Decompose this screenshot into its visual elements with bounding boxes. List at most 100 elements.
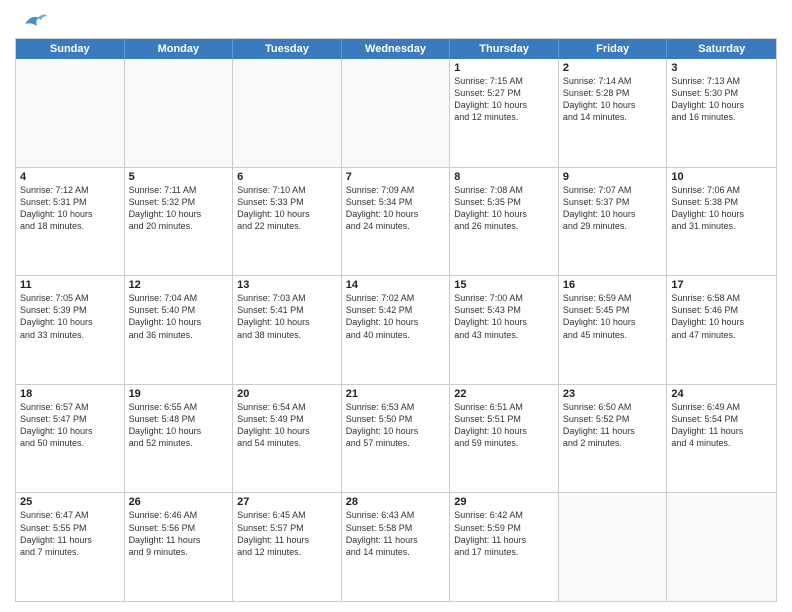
calendar-cell: 19Sunrise: 6:55 AM Sunset: 5:48 PM Dayli… — [125, 385, 234, 493]
calendar-cell: 10Sunrise: 7:06 AM Sunset: 5:38 PM Dayli… — [667, 168, 776, 276]
header — [15, 10, 777, 32]
logo-bird-icon — [17, 10, 47, 36]
day-number: 10 — [671, 171, 772, 183]
day-info: Sunrise: 7:08 AM Sunset: 5:35 PM Dayligh… — [454, 184, 554, 233]
day-number: 13 — [237, 279, 337, 291]
day-number: 21 — [346, 388, 446, 400]
day-info: Sunrise: 7:04 AM Sunset: 5:40 PM Dayligh… — [129, 292, 229, 341]
day-info: Sunrise: 6:51 AM Sunset: 5:51 PM Dayligh… — [454, 401, 554, 450]
calendar-cell — [125, 59, 234, 167]
day-info: Sunrise: 6:54 AM Sunset: 5:49 PM Dayligh… — [237, 401, 337, 450]
day-info: Sunrise: 7:14 AM Sunset: 5:28 PM Dayligh… — [563, 75, 663, 124]
calendar-cell: 18Sunrise: 6:57 AM Sunset: 5:47 PM Dayli… — [16, 385, 125, 493]
day-info: Sunrise: 6:42 AM Sunset: 5:59 PM Dayligh… — [454, 509, 554, 558]
day-number: 22 — [454, 388, 554, 400]
calendar-cell: 11Sunrise: 7:05 AM Sunset: 5:39 PM Dayli… — [16, 276, 125, 384]
calendar-cell: 29Sunrise: 6:42 AM Sunset: 5:59 PM Dayli… — [450, 493, 559, 601]
day-info: Sunrise: 6:46 AM Sunset: 5:56 PM Dayligh… — [129, 509, 229, 558]
day-info: Sunrise: 6:50 AM Sunset: 5:52 PM Dayligh… — [563, 401, 663, 450]
day-info: Sunrise: 7:09 AM Sunset: 5:34 PM Dayligh… — [346, 184, 446, 233]
calendar-header: SundayMondayTuesdayWednesdayThursdayFrid… — [16, 39, 776, 59]
calendar-cell: 15Sunrise: 7:00 AM Sunset: 5:43 PM Dayli… — [450, 276, 559, 384]
day-number: 16 — [563, 279, 663, 291]
day-number: 24 — [671, 388, 772, 400]
day-number: 25 — [20, 496, 120, 508]
header-day-friday: Friday — [559, 39, 668, 59]
day-number: 17 — [671, 279, 772, 291]
day-info: Sunrise: 6:47 AM Sunset: 5:55 PM Dayligh… — [20, 509, 120, 558]
day-number: 29 — [454, 496, 554, 508]
calendar-cell: 23Sunrise: 6:50 AM Sunset: 5:52 PM Dayli… — [559, 385, 668, 493]
calendar-cell: 24Sunrise: 6:49 AM Sunset: 5:54 PM Dayli… — [667, 385, 776, 493]
logo — [15, 14, 47, 32]
header-day-saturday: Saturday — [667, 39, 776, 59]
header-day-sunday: Sunday — [16, 39, 125, 59]
calendar-cell: 22Sunrise: 6:51 AM Sunset: 5:51 PM Dayli… — [450, 385, 559, 493]
day-number: 19 — [129, 388, 229, 400]
calendar-cell — [342, 59, 451, 167]
day-info: Sunrise: 6:55 AM Sunset: 5:48 PM Dayligh… — [129, 401, 229, 450]
day-info: Sunrise: 7:13 AM Sunset: 5:30 PM Dayligh… — [671, 75, 772, 124]
calendar-cell — [667, 493, 776, 601]
day-info: Sunrise: 7:10 AM Sunset: 5:33 PM Dayligh… — [237, 184, 337, 233]
calendar-cell: 12Sunrise: 7:04 AM Sunset: 5:40 PM Dayli… — [125, 276, 234, 384]
day-number: 12 — [129, 279, 229, 291]
calendar-cell — [559, 493, 668, 601]
day-info: Sunrise: 6:59 AM Sunset: 5:45 PM Dayligh… — [563, 292, 663, 341]
calendar-week-3: 11Sunrise: 7:05 AM Sunset: 5:39 PM Dayli… — [16, 276, 776, 385]
day-info: Sunrise: 7:06 AM Sunset: 5:38 PM Dayligh… — [671, 184, 772, 233]
page: SundayMondayTuesdayWednesdayThursdayFrid… — [0, 0, 792, 612]
calendar-cell: 1Sunrise: 7:15 AM Sunset: 5:27 PM Daylig… — [450, 59, 559, 167]
day-number: 3 — [671, 62, 772, 74]
calendar-cell: 21Sunrise: 6:53 AM Sunset: 5:50 PM Dayli… — [342, 385, 451, 493]
day-number: 1 — [454, 62, 554, 74]
day-number: 18 — [20, 388, 120, 400]
header-day-thursday: Thursday — [450, 39, 559, 59]
day-number: 23 — [563, 388, 663, 400]
calendar-cell: 16Sunrise: 6:59 AM Sunset: 5:45 PM Dayli… — [559, 276, 668, 384]
day-info: Sunrise: 6:45 AM Sunset: 5:57 PM Dayligh… — [237, 509, 337, 558]
header-day-monday: Monday — [125, 39, 234, 59]
day-number: 20 — [237, 388, 337, 400]
calendar-cell — [233, 59, 342, 167]
day-info: Sunrise: 7:05 AM Sunset: 5:39 PM Dayligh… — [20, 292, 120, 341]
header-day-wednesday: Wednesday — [342, 39, 451, 59]
day-number: 6 — [237, 171, 337, 183]
calendar-cell: 9Sunrise: 7:07 AM Sunset: 5:37 PM Daylig… — [559, 168, 668, 276]
day-number: 2 — [563, 62, 663, 74]
day-info: Sunrise: 7:12 AM Sunset: 5:31 PM Dayligh… — [20, 184, 120, 233]
calendar-week-4: 18Sunrise: 6:57 AM Sunset: 5:47 PM Dayli… — [16, 385, 776, 494]
calendar-cell: 26Sunrise: 6:46 AM Sunset: 5:56 PM Dayli… — [125, 493, 234, 601]
day-info: Sunrise: 6:53 AM Sunset: 5:50 PM Dayligh… — [346, 401, 446, 450]
day-info: Sunrise: 7:02 AM Sunset: 5:42 PM Dayligh… — [346, 292, 446, 341]
calendar-week-2: 4Sunrise: 7:12 AM Sunset: 5:31 PM Daylig… — [16, 168, 776, 277]
calendar-cell: 3Sunrise: 7:13 AM Sunset: 5:30 PM Daylig… — [667, 59, 776, 167]
day-info: Sunrise: 7:03 AM Sunset: 5:41 PM Dayligh… — [237, 292, 337, 341]
header-day-tuesday: Tuesday — [233, 39, 342, 59]
day-number: 27 — [237, 496, 337, 508]
calendar-cell: 20Sunrise: 6:54 AM Sunset: 5:49 PM Dayli… — [233, 385, 342, 493]
calendar-cell: 4Sunrise: 7:12 AM Sunset: 5:31 PM Daylig… — [16, 168, 125, 276]
calendar-cell: 13Sunrise: 7:03 AM Sunset: 5:41 PM Dayli… — [233, 276, 342, 384]
calendar-cell: 17Sunrise: 6:58 AM Sunset: 5:46 PM Dayli… — [667, 276, 776, 384]
calendar-week-5: 25Sunrise: 6:47 AM Sunset: 5:55 PM Dayli… — [16, 493, 776, 601]
calendar-body: 1Sunrise: 7:15 AM Sunset: 5:27 PM Daylig… — [16, 59, 776, 601]
day-number: 11 — [20, 279, 120, 291]
day-info: Sunrise: 6:58 AM Sunset: 5:46 PM Dayligh… — [671, 292, 772, 341]
calendar-cell: 6Sunrise: 7:10 AM Sunset: 5:33 PM Daylig… — [233, 168, 342, 276]
day-number: 15 — [454, 279, 554, 291]
day-info: Sunrise: 7:00 AM Sunset: 5:43 PM Dayligh… — [454, 292, 554, 341]
day-info: Sunrise: 6:43 AM Sunset: 5:58 PM Dayligh… — [346, 509, 446, 558]
calendar-week-1: 1Sunrise: 7:15 AM Sunset: 5:27 PM Daylig… — [16, 59, 776, 168]
day-info: Sunrise: 6:57 AM Sunset: 5:47 PM Dayligh… — [20, 401, 120, 450]
calendar-cell: 8Sunrise: 7:08 AM Sunset: 5:35 PM Daylig… — [450, 168, 559, 276]
calendar-cell: 7Sunrise: 7:09 AM Sunset: 5:34 PM Daylig… — [342, 168, 451, 276]
day-info: Sunrise: 7:15 AM Sunset: 5:27 PM Dayligh… — [454, 75, 554, 124]
day-number: 28 — [346, 496, 446, 508]
day-number: 4 — [20, 171, 120, 183]
day-info: Sunrise: 7:11 AM Sunset: 5:32 PM Dayligh… — [129, 184, 229, 233]
calendar-cell: 27Sunrise: 6:45 AM Sunset: 5:57 PM Dayli… — [233, 493, 342, 601]
day-number: 7 — [346, 171, 446, 183]
day-info: Sunrise: 6:49 AM Sunset: 5:54 PM Dayligh… — [671, 401, 772, 450]
day-number: 5 — [129, 171, 229, 183]
